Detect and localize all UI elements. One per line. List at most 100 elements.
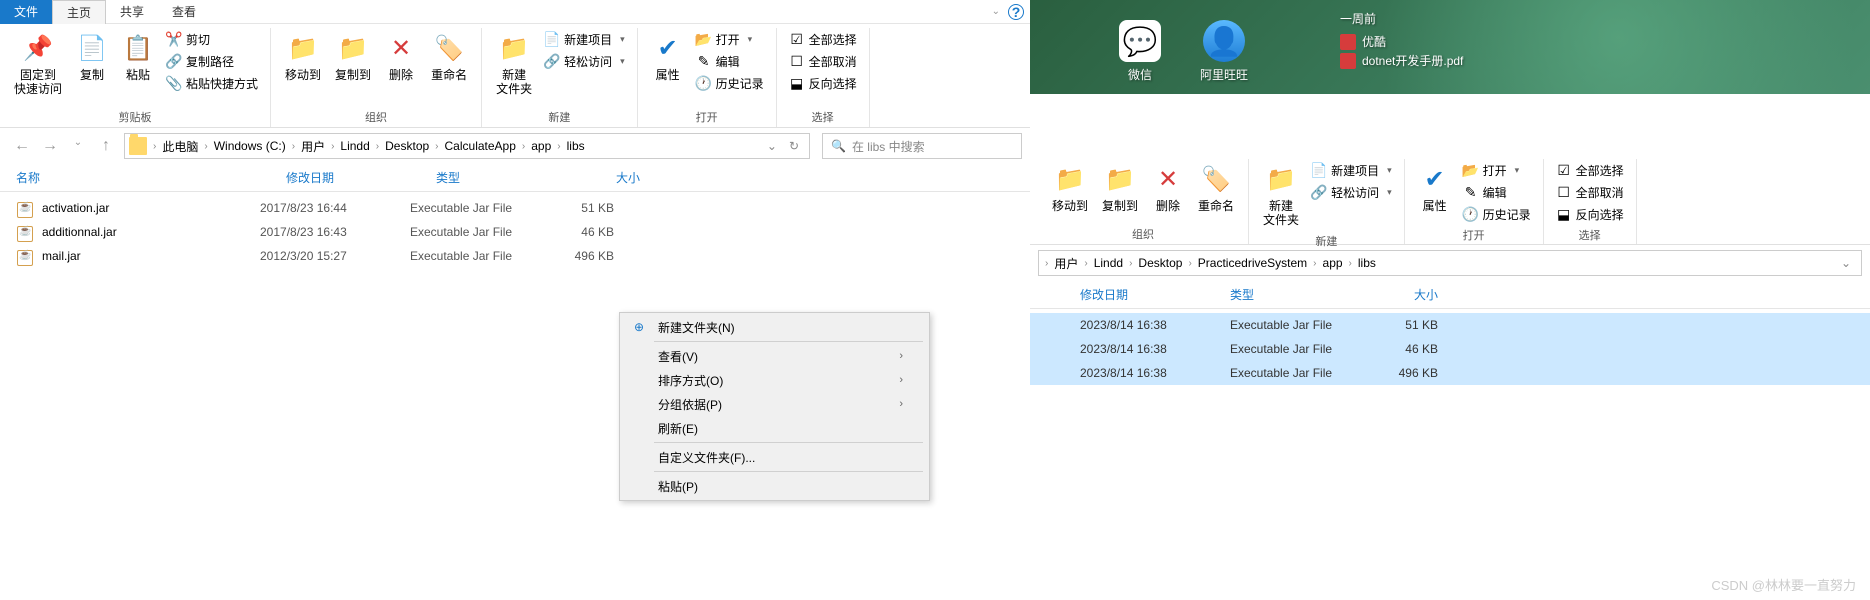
menu-view[interactable]: 查看(V)›	[622, 344, 927, 368]
new-item-button[interactable]: 📄新建项目▾	[1307, 159, 1396, 181]
breadcrumb-item[interactable]: 用户	[297, 138, 329, 155]
column-type[interactable]: 类型	[1230, 286, 1358, 303]
tab-share[interactable]: 共享	[106, 0, 158, 24]
copy-to-button[interactable]: 📁复制到	[1096, 159, 1144, 217]
breadcrumb-item[interactable]: CalculateApp	[441, 139, 520, 153]
breadcrumb-dropdown[interactable]: ⌄	[767, 139, 777, 153]
column-name[interactable]: 名称	[16, 169, 286, 186]
breadcrumb-item[interactable]: Lindd	[336, 139, 373, 153]
copy-button[interactable]: 📄 复制	[70, 28, 114, 86]
breadcrumb-item[interactable]: Desktop	[381, 139, 433, 153]
rename-button[interactable]: 🏷️ 重命名	[425, 28, 473, 86]
breadcrumb-item[interactable]: libs	[1354, 256, 1380, 270]
desktop-icon-wechat[interactable]: 💬 微信	[1110, 20, 1170, 83]
pin-quick-access-button[interactable]: 📌 固定到快速访问	[8, 28, 68, 100]
menu-customize[interactable]: 自定义文件夹(F)...	[622, 445, 927, 469]
file-row[interactable]: activation.jar 2017/8/23 16:44 Executabl…	[0, 196, 1030, 220]
selectall-icon: ☑	[789, 31, 805, 47]
file-row[interactable]: additionnal.jar 2017/8/23 16:43 Executab…	[0, 220, 1030, 244]
folder-icon: 📁	[498, 32, 530, 64]
path-icon: 🔗	[166, 53, 182, 69]
edit-button[interactable]: ✎编辑	[1459, 181, 1535, 203]
search-input[interactable]: 🔍 在 libs 中搜索	[822, 133, 1022, 159]
breadcrumb-item[interactable]: app	[527, 139, 555, 153]
file-row[interactable]: 2023/8/14 16:38Executable Jar File46 KB	[1030, 337, 1870, 361]
select-all-button[interactable]: ☑全部选择	[1552, 159, 1628, 181]
refresh-button[interactable]: ↻	[789, 139, 799, 153]
new-item-button[interactable]: 📄新建项目▾	[540, 28, 629, 50]
select-none-button[interactable]: ☐全部取消	[785, 50, 861, 72]
help-icon[interactable]: ?	[1008, 4, 1024, 20]
desktop-file-pdf[interactable]: dotnet开发手册.pdf	[1340, 52, 1463, 69]
copy-to-button[interactable]: 📁 复制到	[329, 28, 377, 86]
cut-icon: ✂️	[166, 31, 182, 47]
properties-button[interactable]: ✔属性	[1413, 159, 1457, 217]
new-folder-icon: ⊕	[630, 318, 648, 336]
tab-view[interactable]: 查看	[158, 0, 210, 24]
column-size[interactable]: 大小	[566, 169, 656, 186]
column-date[interactable]: 修改日期	[286, 169, 436, 186]
file-row[interactable]: 2023/8/14 16:38Executable Jar File51 KB	[1030, 313, 1870, 337]
menu-refresh[interactable]: 刷新(E)	[622, 416, 927, 440]
file-row[interactable]: 2023/8/14 16:38Executable Jar File496 KB	[1030, 361, 1870, 385]
invert-selection-button[interactable]: ⬓反向选择	[1552, 203, 1628, 225]
delete-button[interactable]: ✕删除	[1146, 159, 1190, 217]
breadcrumb-item[interactable]: 用户	[1050, 255, 1082, 272]
ribbon-group-open-r: ✔属性 📂打开▾ ✎编辑 🕐历史记录 打开	[1405, 159, 1544, 244]
easy-access-button[interactable]: 🔗轻松访问▾	[1307, 181, 1396, 203]
cut-button[interactable]: ✂️剪切	[162, 28, 262, 50]
breadcrumb-dropdown[interactable]: ⌄	[1841, 256, 1851, 270]
new-folder-button[interactable]: 📁 新建文件夹	[490, 28, 538, 100]
rename-button[interactable]: 🏷️重命名	[1192, 159, 1240, 217]
explorer-window-right: 📁移动到 📁复制到 ✕删除 🏷️重命名 组织 📁新建文件夹 📄新建项目▾ 🔗轻松…	[1030, 155, 1870, 385]
aliww-icon: 👤	[1203, 20, 1245, 62]
breadcrumb-item[interactable]: Lindd	[1090, 256, 1127, 270]
collapse-ribbon-icon[interactable]: ⌄	[992, 6, 1000, 17]
menu-paste[interactable]: 粘贴(P)	[622, 474, 927, 498]
back-button[interactable]: ←	[12, 137, 32, 155]
breadcrumb-item[interactable]: Desktop	[1134, 256, 1186, 270]
breadcrumb-item[interactable]: libs	[563, 139, 589, 153]
easy-access-button[interactable]: 🔗轻松访问▾	[540, 50, 629, 72]
chevron-right-icon: ›	[899, 374, 903, 386]
column-size[interactable]: 大小	[1358, 286, 1438, 303]
menu-group[interactable]: 分组依据(P)›	[622, 392, 927, 416]
delete-button[interactable]: ✕ 删除	[379, 28, 423, 86]
tab-file[interactable]: 文件	[0, 0, 52, 24]
select-all-button[interactable]: ☑全部选择	[785, 28, 861, 50]
breadcrumb-item[interactable]: 此电脑	[158, 138, 202, 155]
invert-selection-button[interactable]: ⬓反向选择	[785, 72, 861, 94]
menu-new-folder[interactable]: ⊕ 新建文件夹(N)	[622, 315, 927, 339]
edit-button[interactable]: ✎编辑	[692, 50, 768, 72]
open-button[interactable]: 📂打开▾	[692, 28, 768, 50]
breadcrumb-item[interactable]: Windows (C:)	[210, 139, 290, 153]
file-row[interactable]: mail.jar 2012/3/20 15:27 Executable Jar …	[0, 244, 1030, 268]
history-button[interactable]: 🕐历史记录	[692, 72, 768, 94]
move-to-button[interactable]: 📁 移动到	[279, 28, 327, 86]
history-button[interactable]: 🕐历史记录	[1459, 203, 1535, 225]
properties-icon: ✔	[1419, 163, 1451, 195]
desktop-icon-aliww[interactable]: 👤 阿里旺旺	[1194, 20, 1254, 83]
breadcrumb-item[interactable]: PracticedriveSystem	[1194, 256, 1311, 270]
ribbon-group-new-r: 📁新建文件夹 📄新建项目▾ 🔗轻松访问▾ 新建	[1249, 159, 1405, 244]
forward-button[interactable]: →	[40, 137, 60, 155]
column-date[interactable]: 修改日期	[1080, 286, 1230, 303]
recent-dropdown[interactable]: ⌄	[68, 137, 88, 155]
paste-shortcut-button[interactable]: 📎粘贴快捷方式	[162, 72, 262, 94]
select-none-button[interactable]: ☐全部取消	[1552, 181, 1628, 203]
breadcrumb-right[interactable]: › 用户› Lindd› Desktop› PracticedriveSyste…	[1038, 250, 1862, 276]
new-folder-button[interactable]: 📁新建文件夹	[1257, 159, 1305, 231]
up-button[interactable]: ↑	[96, 137, 116, 155]
copy-path-button[interactable]: 🔗复制路径	[162, 50, 262, 72]
breadcrumb-item[interactable]: app	[1319, 256, 1347, 270]
properties-button[interactable]: ✔ 属性	[646, 28, 690, 86]
open-button[interactable]: 📂打开▾	[1459, 159, 1535, 181]
move-to-button[interactable]: 📁移动到	[1046, 159, 1094, 217]
desktop-file-youku[interactable]: 优酷	[1340, 33, 1463, 50]
tab-home[interactable]: 主页	[52, 0, 106, 24]
breadcrumb[interactable]: › 此电脑› Windows (C:)› 用户› Lindd› Desktop›…	[124, 133, 810, 159]
properties-icon: ✔	[652, 32, 684, 64]
paste-button[interactable]: 📋 粘贴	[116, 28, 160, 86]
menu-sort[interactable]: 排序方式(O)›	[622, 368, 927, 392]
column-type[interactable]: 类型	[436, 169, 566, 186]
